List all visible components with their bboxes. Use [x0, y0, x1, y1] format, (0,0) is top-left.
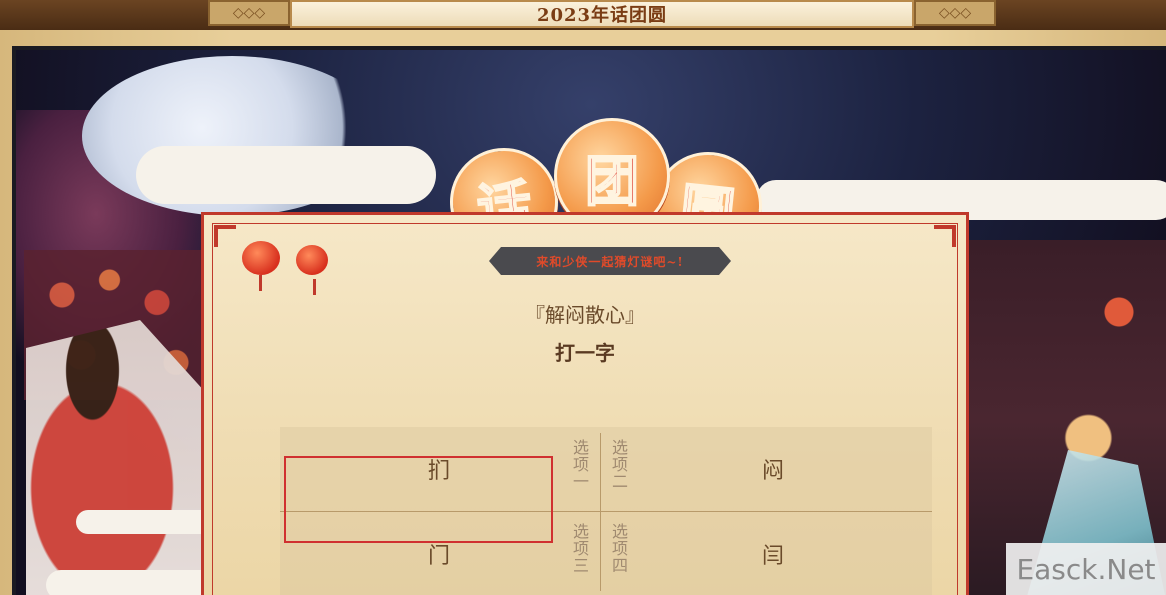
title-bar: ◇◇◇ 2023年话团圆 ◇◇◇: [0, 0, 1166, 30]
game-viewport: 话 圆 团 来和少侠一起猜灯谜吧~! 『解闷散心』 打一字 扪 闷 门 闫 选项…: [12, 46, 1166, 595]
title-bar-left-ornament: ◇◇◇: [208, 0, 290, 26]
grid-divider: [600, 433, 601, 591]
option-value: 闷: [761, 459, 784, 484]
cloud-ribbon: [136, 146, 436, 204]
cloud-ribbon: [76, 510, 216, 534]
title-box: 2023年话团圆: [290, 0, 914, 28]
corner-ornament: [214, 225, 236, 247]
option-label: 选项四: [609, 523, 628, 574]
logo-char: 团: [584, 148, 640, 214]
riddle-title: 『解闷散心』: [525, 303, 645, 327]
option-2-button[interactable]: 闷: [614, 427, 932, 511]
riddle-hint: 打一字: [555, 341, 615, 365]
lantern-icon: [296, 245, 328, 295]
ribbon-text: 来和少侠一起猜灯谜吧~!: [536, 254, 684, 269]
option-4-button[interactable]: 闫: [614, 512, 932, 595]
lantern-icon: [242, 241, 280, 291]
answer-highlight-box: [284, 456, 553, 543]
corner-ornament: [934, 225, 956, 247]
title-bar-right-ornament: ◇◇◇: [914, 0, 996, 26]
option-label: 选项三: [570, 523, 589, 574]
option-value: 闫: [761, 544, 784, 569]
window-title: 2023年话团圆: [536, 5, 668, 26]
option-label: 选项二: [609, 439, 628, 490]
option-label: 选项一: [570, 439, 589, 490]
subtitle-ribbon: 来和少侠一起猜灯谜吧~!: [489, 247, 731, 275]
site-watermark: Easck.Net: [1006, 543, 1166, 595]
